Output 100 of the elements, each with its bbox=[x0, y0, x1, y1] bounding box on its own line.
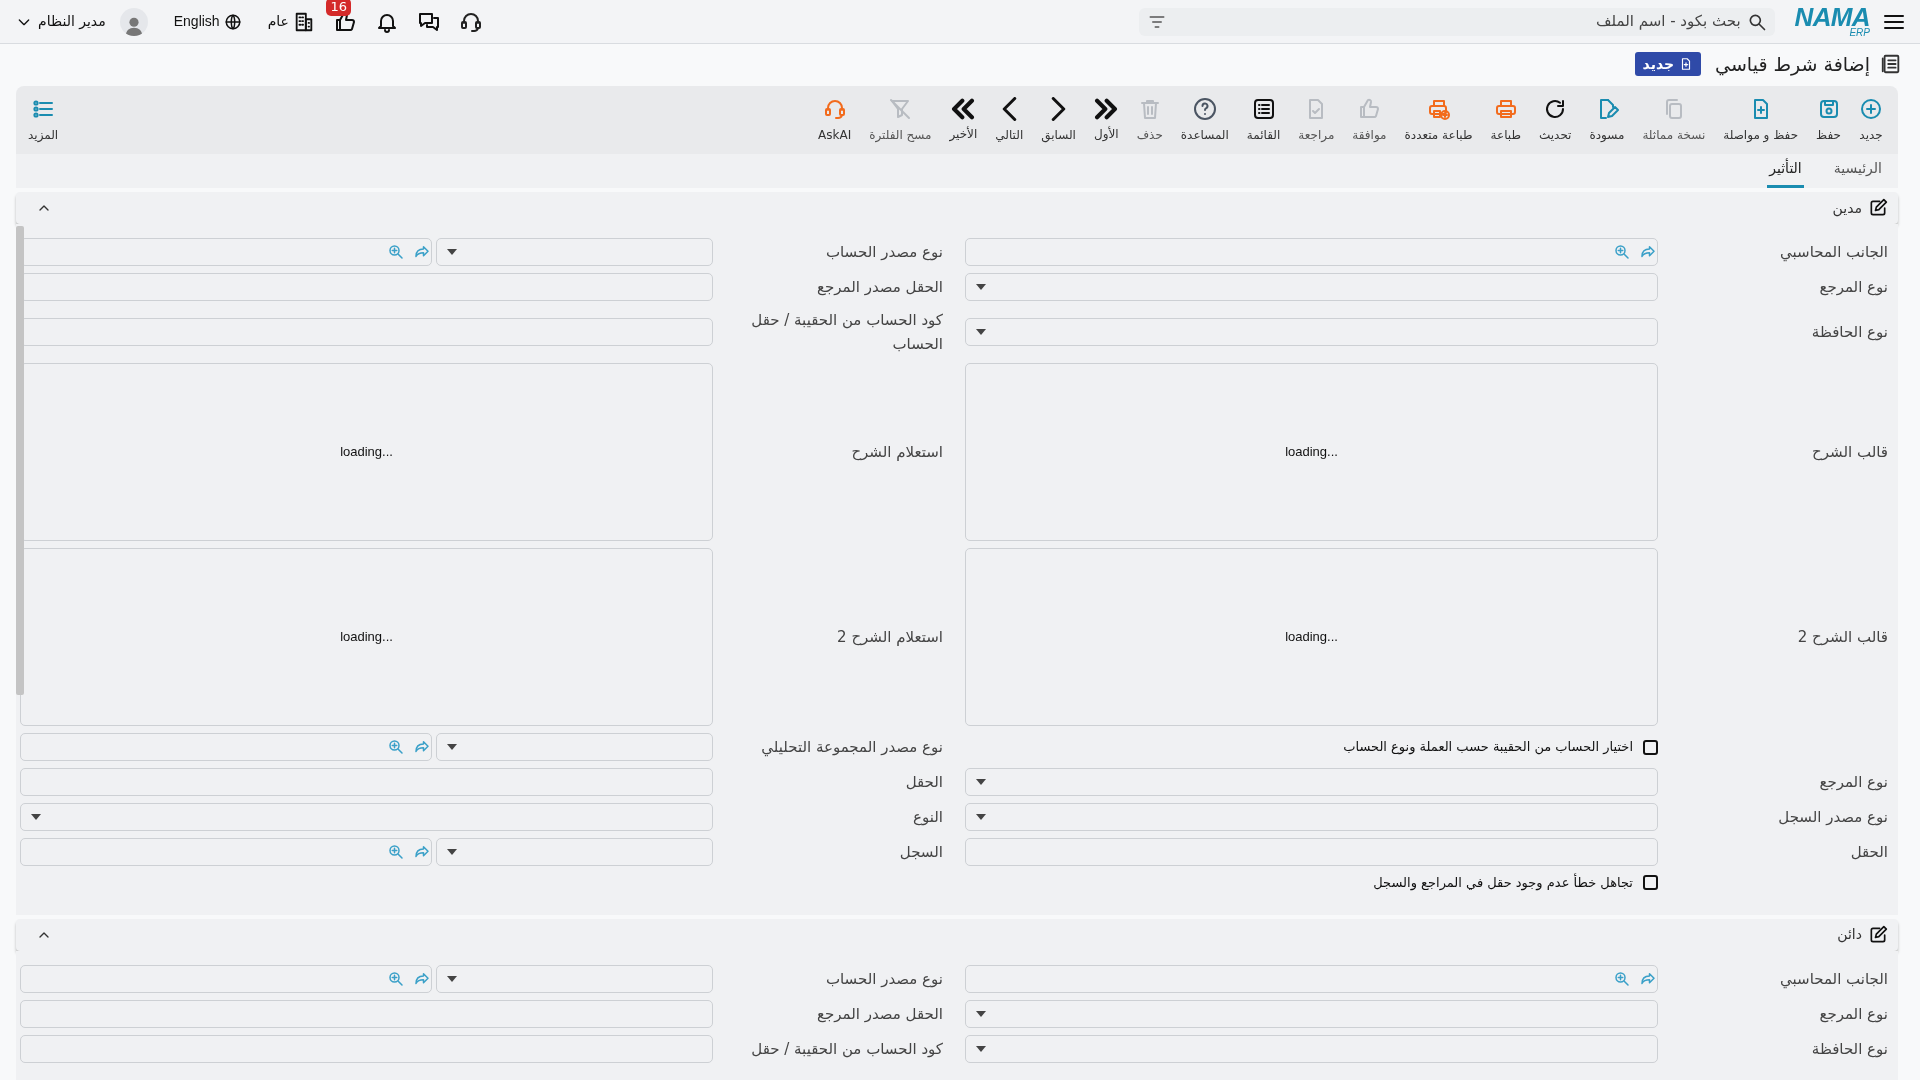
field-label: كود الحساب من الحقيبة / حقل الحساب bbox=[750, 310, 944, 355]
section-header[interactable]: دائن bbox=[16, 918, 1898, 951]
thumbs-up-icon bbox=[1357, 96, 1382, 121]
editor-area[interactable]: loading... bbox=[965, 548, 1658, 726]
section-title: مدين bbox=[1832, 198, 1862, 219]
field-label: استعلام الشرح bbox=[850, 442, 944, 463]
input-field[interactable] bbox=[20, 1034, 713, 1063]
select-field[interactable] bbox=[965, 999, 1658, 1028]
status-badge: جديد bbox=[1634, 52, 1702, 76]
search-plus-icon[interactable] bbox=[387, 969, 405, 988]
toolbar-button[interactable]: التالي bbox=[986, 96, 1033, 144]
field-label: نوع مصدر الحساب bbox=[824, 242, 944, 263]
lookup-field[interactable] bbox=[20, 838, 432, 866]
search-plus-icon[interactable] bbox=[387, 243, 405, 261]
search-plus-icon[interactable] bbox=[387, 843, 405, 861]
toolbar-button[interactable]: جديد bbox=[1850, 96, 1892, 144]
dropdown-caret-icon bbox=[976, 284, 986, 290]
toolbar-button[interactable]: المساعدة bbox=[1171, 96, 1238, 144]
field-label: الحقل bbox=[904, 772, 944, 793]
section-header[interactable]: مدين bbox=[16, 192, 1898, 224]
user-menu[interactable]: مدير النظام bbox=[16, 7, 148, 36]
select-field[interactable] bbox=[965, 803, 1658, 831]
lookup-field[interactable] bbox=[20, 733, 432, 761]
loading-text: loading... bbox=[340, 628, 393, 647]
language-selector[interactable]: English bbox=[173, 11, 242, 32]
toolbar-button[interactable]: مسودة bbox=[1580, 96, 1634, 144]
editor-area[interactable]: loading... bbox=[20, 548, 713, 726]
toolbar-button[interactable]: طباعة bbox=[1481, 96, 1530, 144]
logo-text: NAMA bbox=[1794, 5, 1870, 28]
dropdown-caret-icon bbox=[976, 329, 986, 335]
lookup-field[interactable] bbox=[965, 964, 1658, 993]
field-label: كود الحساب من الحقيبة / حقل bbox=[750, 1038, 944, 1060]
dropdown-caret-icon bbox=[447, 975, 457, 982]
checkbox-label: اختيار الحساب من الحقيبة حسب العملة ونوع الحساب bbox=[1343, 738, 1633, 757]
field-label: نوع المرجع bbox=[1818, 277, 1889, 298]
lookup-field[interactable] bbox=[965, 238, 1658, 266]
toolbar-button[interactable]: القائمة bbox=[1237, 96, 1290, 144]
toolbar-button[interactable]: تحديث bbox=[1529, 96, 1581, 144]
select-field[interactable] bbox=[965, 1034, 1658, 1063]
field-label: قالب الشرح bbox=[1811, 442, 1889, 463]
select-field[interactable] bbox=[965, 318, 1658, 346]
field-label: استعلام الشرح 2 bbox=[836, 627, 944, 648]
globe-icon bbox=[223, 12, 242, 31]
checkbox[interactable] bbox=[1643, 875, 1658, 891]
select-field[interactable] bbox=[965, 768, 1658, 796]
toolbar-button[interactable]: حفظ و مواصلة bbox=[1714, 96, 1808, 144]
field-label: نوع الحافظة bbox=[1810, 322, 1889, 343]
field-label: الحقل bbox=[1849, 842, 1889, 863]
select-field[interactable] bbox=[20, 803, 713, 831]
dropdown-caret-icon bbox=[976, 779, 986, 785]
lookup-field[interactable] bbox=[20, 964, 432, 993]
logo[interactable]: NAMA ERP bbox=[1794, 5, 1870, 38]
dropdown-caret-icon bbox=[976, 1045, 986, 1052]
dropdown-caret-icon bbox=[976, 814, 986, 820]
input-field[interactable] bbox=[965, 838, 1658, 866]
toolbar-button[interactable]: السابق bbox=[1032, 96, 1085, 144]
form-icon bbox=[1880, 53, 1902, 75]
dropdown-caret-icon bbox=[976, 1010, 986, 1017]
field-label: نوع المرجع bbox=[1818, 1003, 1889, 1025]
field-label: نوع الحافظة bbox=[1810, 1038, 1889, 1060]
field-label: نوع مصدر الحساب bbox=[824, 968, 944, 990]
field-label: نوع مصدر السجل bbox=[1777, 807, 1889, 828]
editor-area[interactable]: loading... bbox=[965, 363, 1658, 541]
checkbox[interactable] bbox=[1643, 739, 1658, 755]
search-plus-icon[interactable] bbox=[1613, 969, 1631, 988]
search-plus-icon[interactable] bbox=[1613, 243, 1631, 261]
input-field[interactable] bbox=[20, 999, 713, 1028]
input-field[interactable] bbox=[20, 768, 713, 796]
field-label: نوع مصدر المجموعة التحليلي bbox=[760, 737, 944, 759]
select-field[interactable] bbox=[965, 273, 1658, 301]
dropdown-caret-icon bbox=[447, 249, 457, 255]
toolbar-button[interactable]: حفظ bbox=[1807, 96, 1850, 144]
avatar bbox=[119, 7, 148, 36]
edit-icon[interactable] bbox=[1868, 198, 1888, 218]
select-field[interactable] bbox=[436, 838, 713, 866]
section-title: دائن bbox=[1837, 925, 1862, 945]
search-input[interactable]: بحث بكود - اسم الملف bbox=[1172, 10, 1741, 33]
edit-icon[interactable] bbox=[1868, 924, 1888, 945]
select-field[interactable] bbox=[436, 733, 713, 761]
scrollbar[interactable] bbox=[16, 226, 24, 695]
toolbar-button[interactable]: الأخير bbox=[940, 97, 987, 143]
field-label: نوع المرجع bbox=[1818, 772, 1889, 793]
more-button[interactable]: المزيد bbox=[28, 96, 59, 144]
toolbar-button[interactable]: AskAI bbox=[809, 96, 861, 144]
tab[interactable]: التأثير bbox=[1767, 158, 1804, 188]
search-bar[interactable]: بحث بكود - اسم الملف bbox=[1138, 7, 1775, 36]
dropdown-caret-icon bbox=[31, 814, 41, 820]
field-label: الجانب المحاسبي bbox=[1779, 242, 1889, 264]
toolbar-button[interactable]: طباعة متعددة bbox=[1395, 96, 1482, 144]
tab[interactable]: الرئيسية bbox=[1831, 158, 1884, 188]
dropdown-caret-icon bbox=[447, 744, 457, 750]
company-selector[interactable]: عام bbox=[267, 10, 315, 33]
dropdown-caret-icon bbox=[447, 849, 457, 855]
filter-off-icon bbox=[888, 96, 913, 121]
notification-badge: 16 bbox=[326, 0, 351, 16]
toolbar-button[interactable]: الأول bbox=[1084, 97, 1128, 143]
search-plus-icon[interactable] bbox=[387, 738, 405, 756]
select-field[interactable] bbox=[436, 964, 713, 993]
field-label: الحقل مصدر المرجع bbox=[816, 1003, 944, 1025]
select-field[interactable] bbox=[436, 238, 713, 266]
